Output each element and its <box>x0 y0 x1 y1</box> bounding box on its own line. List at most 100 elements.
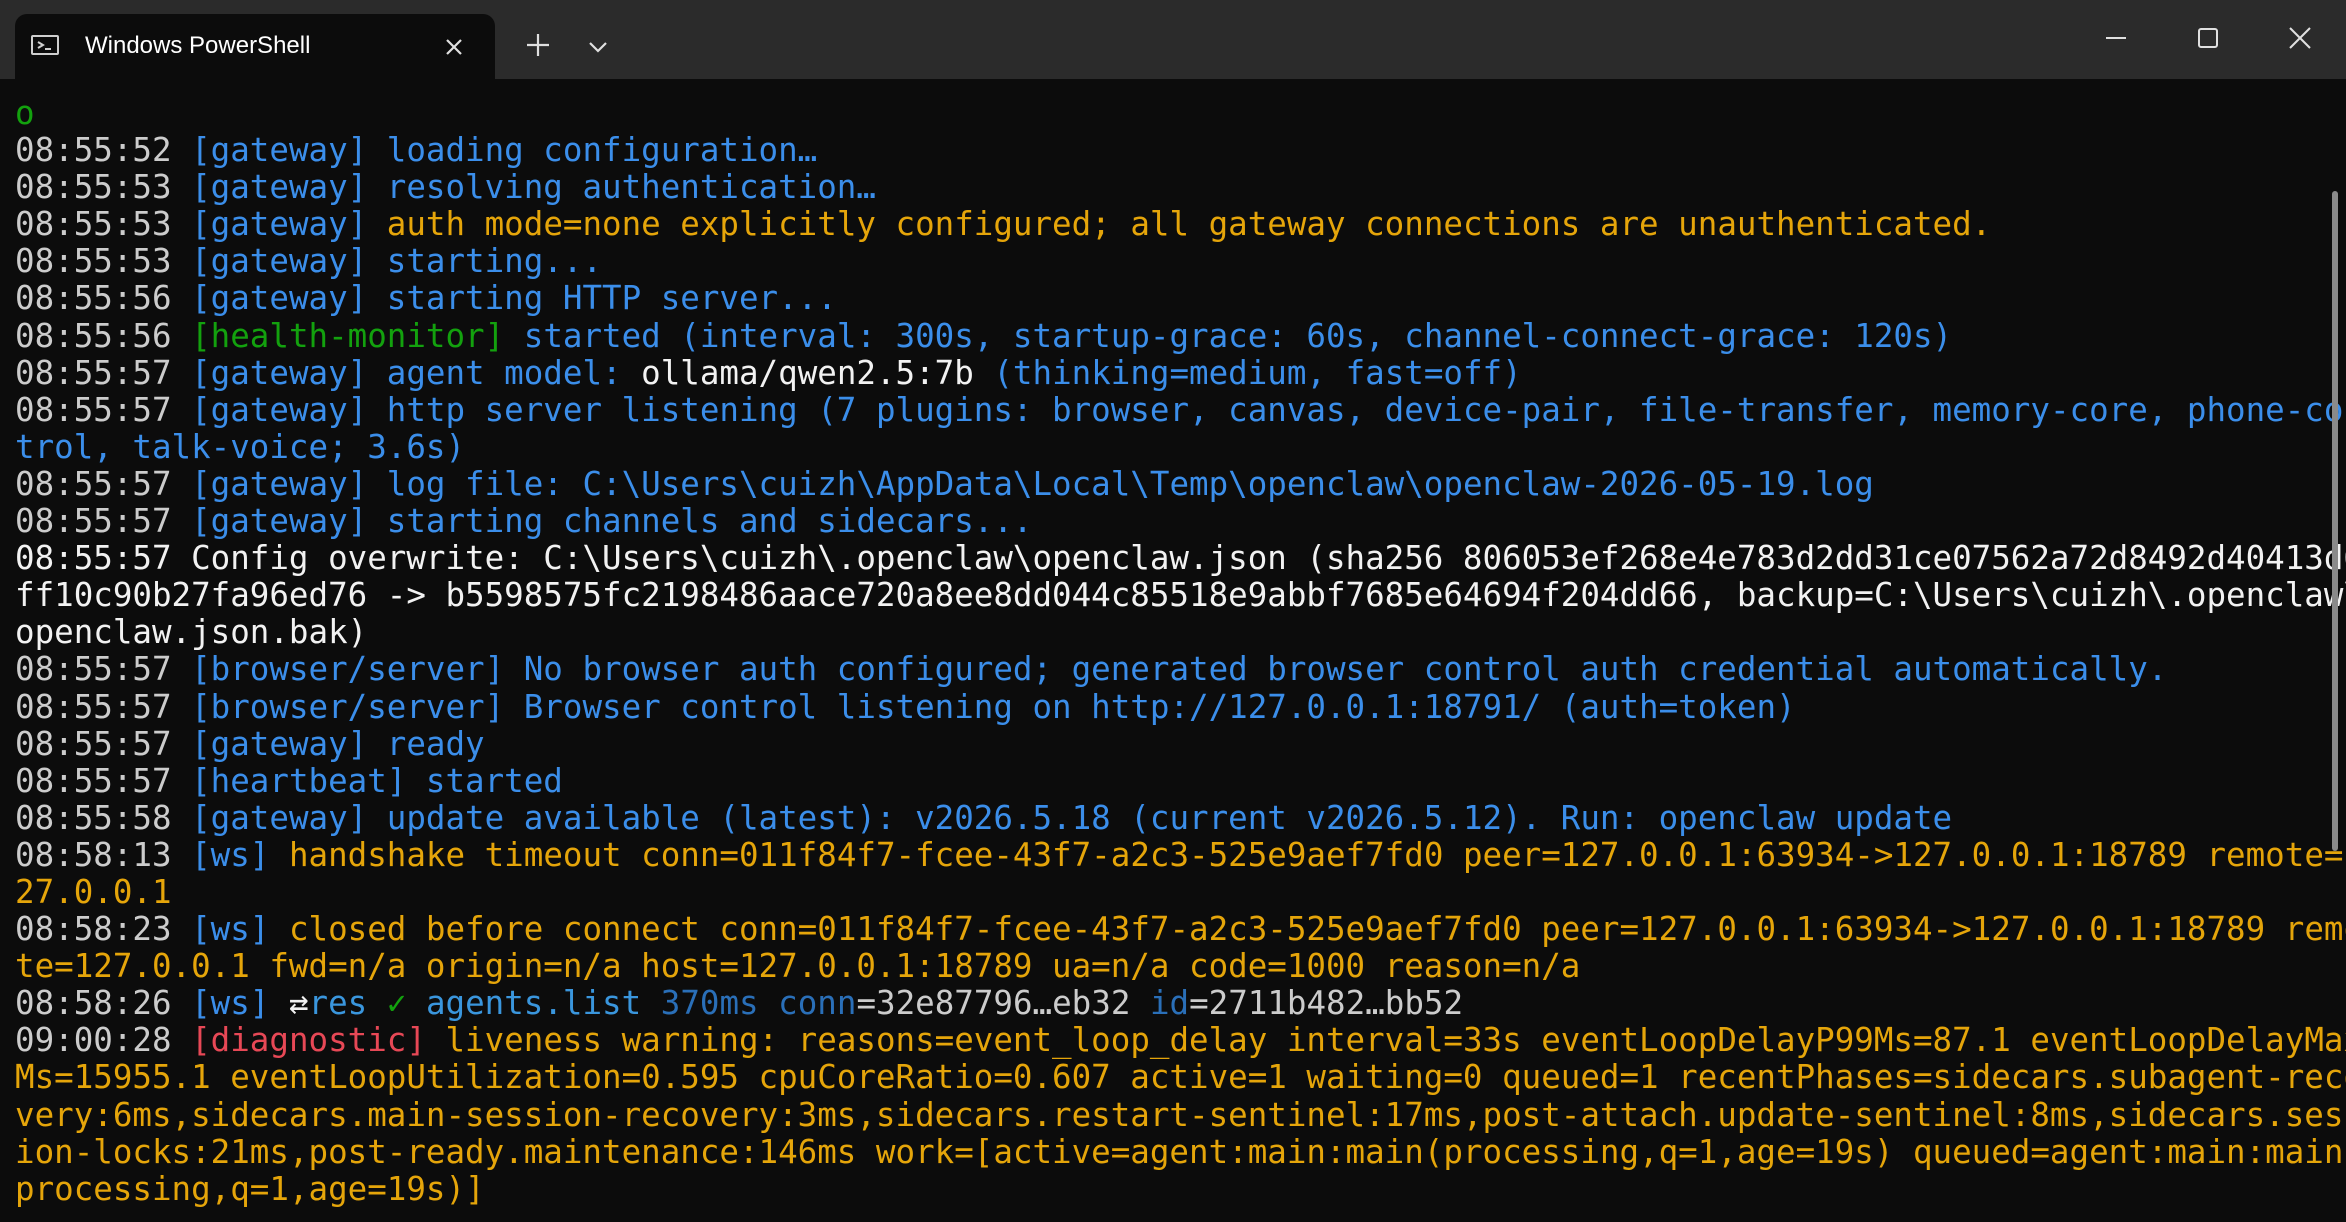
terminal-text: ff10c90b27fa96ed76 -> b5598575fc2198486a… <box>15 576 2346 615</box>
terminal-line: Ms=15955.1 eventLoopUtilization=0.595 cp… <box>15 1059 2346 1096</box>
chevron-down-icon[interactable] <box>580 30 616 66</box>
terminal-text: 08:55:53 <box>15 205 192 244</box>
terminal-text: closed before connect conn=011f84f7-fcee… <box>288 910 2346 949</box>
terminal-line: ff10c90b27fa96ed76 -> b5598575fc2198486a… <box>15 577 2346 614</box>
terminal-text: agents.list <box>425 984 661 1023</box>
terminal-text: [gateway] http server listening (7 plugi… <box>191 390 2346 429</box>
terminal-text: =32e87796…eb32 <box>856 984 1150 1023</box>
terminal-text: res <box>308 984 387 1023</box>
terminal-text: [gateway] resolving authentication… <box>191 168 876 207</box>
tab-title: Windows PowerShell <box>85 32 311 59</box>
terminal-text: conn <box>778 984 857 1023</box>
terminal-text: Ms=15955.1 eventLoopUtilization=0.595 cp… <box>15 1058 2346 1097</box>
terminal-line: openclaw.json.bak) <box>15 614 2315 651</box>
terminal-text: [browser/server] No browser auth configu… <box>191 650 2168 689</box>
terminal-line: 08:55:57 [gateway] ready <box>15 724 2315 763</box>
terminal-text: [gateway] update available (latest): v20… <box>191 798 1953 837</box>
close-icon[interactable] <box>439 32 469 62</box>
terminal-text: 08:55:57 <box>15 687 192 726</box>
terminal-text: ⇄ <box>288 984 309 1023</box>
terminal-text: [gateway] starting HTTP server... <box>191 279 837 318</box>
terminal-text: 08:55:56 <box>15 316 192 355</box>
powershell-icon <box>31 35 59 55</box>
terminal-text: very:6ms,sidecars.main-session-recovery:… <box>15 1095 2346 1134</box>
terminal-line: 08:55:52 [gateway] loading configuration… <box>15 132 2315 169</box>
terminal-text: 08:55:53 <box>15 242 192 281</box>
terminal-text: started (interval: 300s, startup-grace: … <box>523 316 1953 355</box>
terminal-text: handshake timeout conn=011f84f7-fcee-43f… <box>288 835 2346 874</box>
terminal-text: [gateway] agent model: <box>191 353 642 392</box>
terminal-line: 08:55:57 Config overwrite: C:\Users\cuiz… <box>15 540 2346 577</box>
terminal-text: 08:55:58 <box>15 798 192 837</box>
terminal-text: [ws] <box>191 835 289 874</box>
terminal-line: 08:58:26 [ws] ⇄res ✓ agents.list 370ms c… <box>15 985 2315 1022</box>
terminal-text: 08:55:56 <box>15 279 192 318</box>
terminal-text: 27.0.0.1 <box>15 872 172 911</box>
terminal-line: 08:55:57 [browser/server] No browser aut… <box>15 651 2315 688</box>
terminal-line: 08:55:57 [heartbeat] started <box>15 761 2315 800</box>
terminal-text: liveness warning: reasons=event_loop_del… <box>445 1021 2346 1060</box>
terminal-line: 08:55:57 [gateway] log file: C:\Users\cu… <box>15 464 2315 503</box>
title-bar: Windows PowerShell <box>0 0 2346 79</box>
terminal-text: id <box>1149 984 1190 1023</box>
terminal-text: openclaw.json.bak) <box>15 613 368 652</box>
terminal-line: 08:55:57 [gateway] starting channels and… <box>15 502 2315 541</box>
terminal-line: o <box>15 94 2315 132</box>
terminal-text: =2711b482…bb52 <box>1189 984 1464 1023</box>
terminal-text: (thinking=medium, fast=off) <box>973 353 1522 392</box>
terminal-text: trol, talk-voice; 3.6s) <box>15 427 466 466</box>
terminal-text: auth mode=none explicitly configured; al… <box>386 205 1992 244</box>
terminal-text: [ws] <box>191 984 289 1023</box>
terminal-text: [gateway] starting channels and sidecars… <box>191 502 1033 541</box>
terminal-text: 08:55:53 <box>15 168 192 207</box>
terminal-text: [heartbeat] started <box>191 761 563 800</box>
terminal-text: ion-locks:21ms,post-ready.maintenance:14… <box>15 1132 2346 1171</box>
terminal-text: 08:58:26 <box>15 984 192 1023</box>
terminal-text: processing,q=1,age=19s)] <box>15 1169 485 1208</box>
terminal-text: [health-monitor] <box>191 316 524 355</box>
terminal-line: te=127.0.0.1 fwd=n/a origin=n/a host=127… <box>15 948 2315 985</box>
terminal-line: 08:55:53 [gateway] starting... <box>15 243 2315 280</box>
terminal-text: 08:55:57 <box>15 390 192 429</box>
terminal-text: [gateway] ready <box>191 724 485 763</box>
scrollbar[interactable] <box>2332 191 2338 851</box>
terminal-text: [ws] <box>191 910 289 949</box>
terminal-line: processing,q=1,age=19s)] <box>15 1169 2315 1208</box>
terminal-text: 08:55:57 <box>15 502 192 541</box>
terminal-text: [gateway] log file: C:\Users\cuizh\AppDa… <box>191 464 1874 503</box>
tab-windows-powershell[interactable]: Windows PowerShell <box>15 14 495 79</box>
terminal-text: 08:55:57 <box>15 464 192 503</box>
terminal-text: 08:55:57 <box>15 724 192 763</box>
terminal-text: 08:58:13 <box>15 835 192 874</box>
terminal-text: 08:55:57 <box>15 353 192 392</box>
terminal-line: 08:55:53 [gateway] auth mode=none explic… <box>15 206 2315 243</box>
terminal-text: o <box>15 94 35 132</box>
terminal-line: 27.0.0.1 <box>15 872 2315 911</box>
plus-icon[interactable] <box>520 27 556 63</box>
minimize-icon[interactable] <box>2070 0 2162 76</box>
terminal-line: 08:55:57 [gateway] http server listening… <box>15 390 2346 429</box>
terminal-line: 08:55:53 [gateway] resolving authenticat… <box>15 169 2315 206</box>
terminal-line: 08:58:13 [ws] handshake timeout conn=011… <box>15 835 2346 874</box>
terminal-text: 08:55:57 Config overwrite: C:\Users\cuiz… <box>15 539 2346 578</box>
terminal-text: ✓ <box>386 984 426 1023</box>
terminal-line: trol, talk-voice; 3.6s) <box>15 427 2315 466</box>
terminal-line: 08:55:56 [health-monitor] started (inter… <box>15 316 2315 355</box>
window-close-icon[interactable] <box>2254 0 2346 76</box>
terminal-line: ion-locks:21ms,post-ready.maintenance:14… <box>15 1133 2346 1171</box>
powershell-window: Windows PowerShell o 08:55:52 [gateway] … <box>0 0 2346 1222</box>
terminal-text: [gateway] <box>191 205 387 244</box>
maximize-icon[interactable] <box>2162 0 2254 76</box>
terminal-text: 08:55:52 <box>15 131 192 170</box>
terminal-text: 08:55:57 <box>15 650 192 689</box>
terminal-text: [diagnostic] <box>191 1021 446 1060</box>
terminal-text: [gateway] loading configuration… <box>191 131 818 170</box>
terminal-lines: o 08:55:52 [gateway] loading configuratio… <box>15 94 2346 1208</box>
terminal-line: 08:58:23 [ws] closed before connect conn… <box>15 910 2346 949</box>
terminal-text: [browser/server] Browser control listeni… <box>191 687 1796 726</box>
terminal-line: 08:55:58 [gateway] update available (lat… <box>15 798 2315 837</box>
terminal-line: 08:55:57 [browser/server] Browser contro… <box>15 687 2315 726</box>
terminal-output[interactable]: o 08:55:52 [gateway] loading configuratio… <box>0 79 2346 1222</box>
terminal-line: 08:55:57 [gateway] agent model: ollama/q… <box>15 353 2315 392</box>
terminal-line: 08:55:56 [gateway] starting HTTP server.… <box>15 280 2315 317</box>
